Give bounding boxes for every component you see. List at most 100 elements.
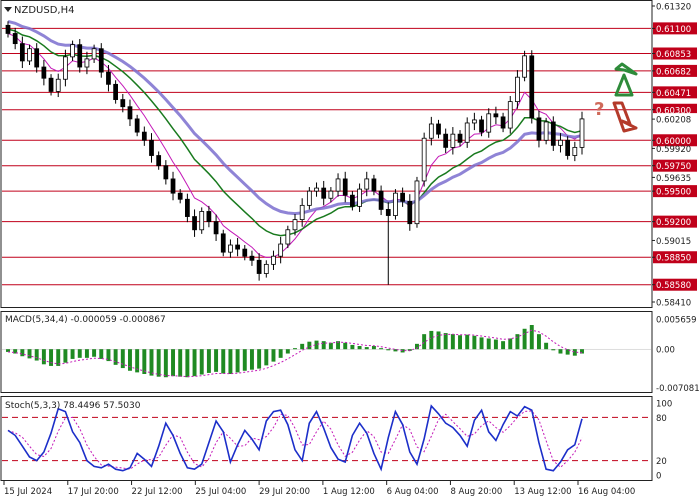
macd-bar <box>192 349 197 377</box>
candle-body <box>550 121 556 146</box>
level-price-label: 0.60471 <box>656 89 691 99</box>
candle-body <box>407 200 413 225</box>
stoch-axis: 100 80 20 0 <box>656 400 672 482</box>
candle-body <box>443 133 449 148</box>
candle-body <box>342 178 348 196</box>
candle-body <box>271 255 276 265</box>
macd-title: MACD(5,34,4) -0.000059 -0.000867 <box>5 315 166 325</box>
candle-body <box>177 192 183 200</box>
macd-bar <box>27 349 32 359</box>
macd-bar <box>34 349 39 361</box>
macd-bar <box>450 334 455 350</box>
stoch-tick-label: 100 <box>656 400 672 410</box>
candle-body <box>163 165 169 180</box>
level-price-label: 0.59500 <box>656 188 691 198</box>
macd-bar <box>436 331 441 350</box>
candle-body <box>457 133 463 143</box>
candle-body <box>328 190 334 199</box>
candle-body <box>335 178 341 192</box>
macd-bar <box>357 346 362 350</box>
stoch-tick-label: 0 <box>656 472 661 482</box>
macd-bar <box>128 349 132 371</box>
time-tick-label: 17 Jul 20:00 <box>68 487 119 497</box>
macd-bar <box>70 349 75 359</box>
macd-tick-label: -0.007081 <box>656 384 700 394</box>
candle-body <box>464 122 470 143</box>
macd-bar <box>271 349 276 362</box>
macd-bar <box>92 349 97 357</box>
macd-bar <box>178 349 183 377</box>
macd-bar <box>379 348 384 350</box>
candle-body <box>500 116 506 129</box>
candle-body <box>149 139 154 156</box>
macd-bar <box>185 349 190 378</box>
macd-bar <box>371 346 376 350</box>
macd-bar <box>99 349 104 359</box>
time-tick-label: 1 Aug 12:00 <box>323 487 375 497</box>
macd-bar <box>479 337 484 350</box>
level-price-label: 0.60682 <box>656 67 691 77</box>
time-tick-label: 29 Jul 20:00 <box>259 487 310 497</box>
macd-bar <box>242 349 247 371</box>
candle-body <box>306 190 312 206</box>
macd-bar <box>120 349 125 369</box>
candle-body <box>364 178 370 190</box>
candle-body <box>127 106 133 120</box>
macd-bar <box>49 349 54 366</box>
macd-bar <box>350 344 355 350</box>
price-tick-label: 0.59920 <box>656 145 691 155</box>
macd-bar <box>486 338 491 350</box>
macd-bar <box>572 349 577 356</box>
main-pane-frame <box>0 0 653 308</box>
candle-body <box>515 76 520 103</box>
candle-body <box>285 229 291 245</box>
macd-bar <box>443 333 448 350</box>
candle-body <box>192 216 197 231</box>
price-tick-label: 0.61320 <box>656 3 691 13</box>
candle-body <box>558 139 563 146</box>
candle-body <box>235 244 240 250</box>
level-price-label: 0.58850 <box>656 254 691 264</box>
candle-body <box>249 255 255 261</box>
macd-bar <box>41 349 46 365</box>
candle-body <box>479 119 484 133</box>
macd-bar <box>551 349 556 351</box>
candle-body <box>213 221 219 235</box>
chart-window: 0.61320 0.61100 0.60853 0.60682 0.60471 0.603… <box>0 0 700 500</box>
candle-body <box>278 243 284 257</box>
price-axis: 0.613200.611000.608530.606820.604710.603… <box>652 3 697 309</box>
macd-bar <box>199 349 204 375</box>
candle-body <box>536 117 542 141</box>
macd-bar <box>20 349 25 357</box>
macd-bar <box>522 328 527 350</box>
price-tick-label: 0.59015 <box>656 237 691 247</box>
macd-bar <box>472 335 477 350</box>
macd-bar <box>171 349 175 377</box>
candle-body <box>421 137 427 182</box>
macd-bar <box>113 349 118 365</box>
macd-bar <box>156 349 161 377</box>
macd-bar <box>278 349 283 358</box>
candle-body <box>299 204 305 221</box>
price-tick-label: 0.59635 <box>656 174 691 184</box>
macd-bar <box>386 349 391 351</box>
macd-bar <box>6 349 10 352</box>
candle-body <box>428 123 434 139</box>
candle-body <box>113 83 118 100</box>
candle-body <box>228 244 233 253</box>
symbol-selector[interactable]: NZDUSD,H4 <box>4 5 74 16</box>
chart-title: NZDUSD,H4 <box>14 5 74 16</box>
macd-bar <box>465 334 470 350</box>
candle-body <box>220 233 226 253</box>
candle-body <box>522 55 527 78</box>
candle-body <box>393 192 398 216</box>
macd-tick-label: 0.00 <box>656 346 675 356</box>
time-tick-label: 13 Aug 12:00 <box>514 487 571 497</box>
candle-body <box>450 133 456 148</box>
candle-body <box>41 66 47 79</box>
candle-body <box>156 155 162 167</box>
macd-bar <box>321 341 326 350</box>
macd-bar <box>206 349 211 373</box>
time-tick-label: 8 Aug 20:00 <box>450 487 502 497</box>
time-tick-label: 15 Jul 2024 <box>4 487 52 497</box>
